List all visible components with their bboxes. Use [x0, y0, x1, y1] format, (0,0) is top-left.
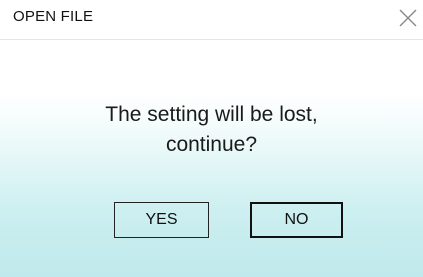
no-button[interactable]: NO — [250, 202, 343, 238]
message-line-1: The setting will be lost, — [105, 103, 318, 126]
title-bar: OPEN FILE — [0, 0, 423, 40]
message-line-2: continue? — [165, 133, 258, 156]
yes-button[interactable]: YES — [114, 202, 209, 238]
close-button[interactable] — [395, 5, 421, 31]
open-file-dialog: OPEN FILE The setting will be lost, cont… — [0, 0, 423, 277]
dialog-title: OPEN FILE — [13, 8, 94, 25]
close-icon — [399, 9, 417, 27]
confirmation-message: The setting will be lost, continue? — [0, 100, 423, 160]
